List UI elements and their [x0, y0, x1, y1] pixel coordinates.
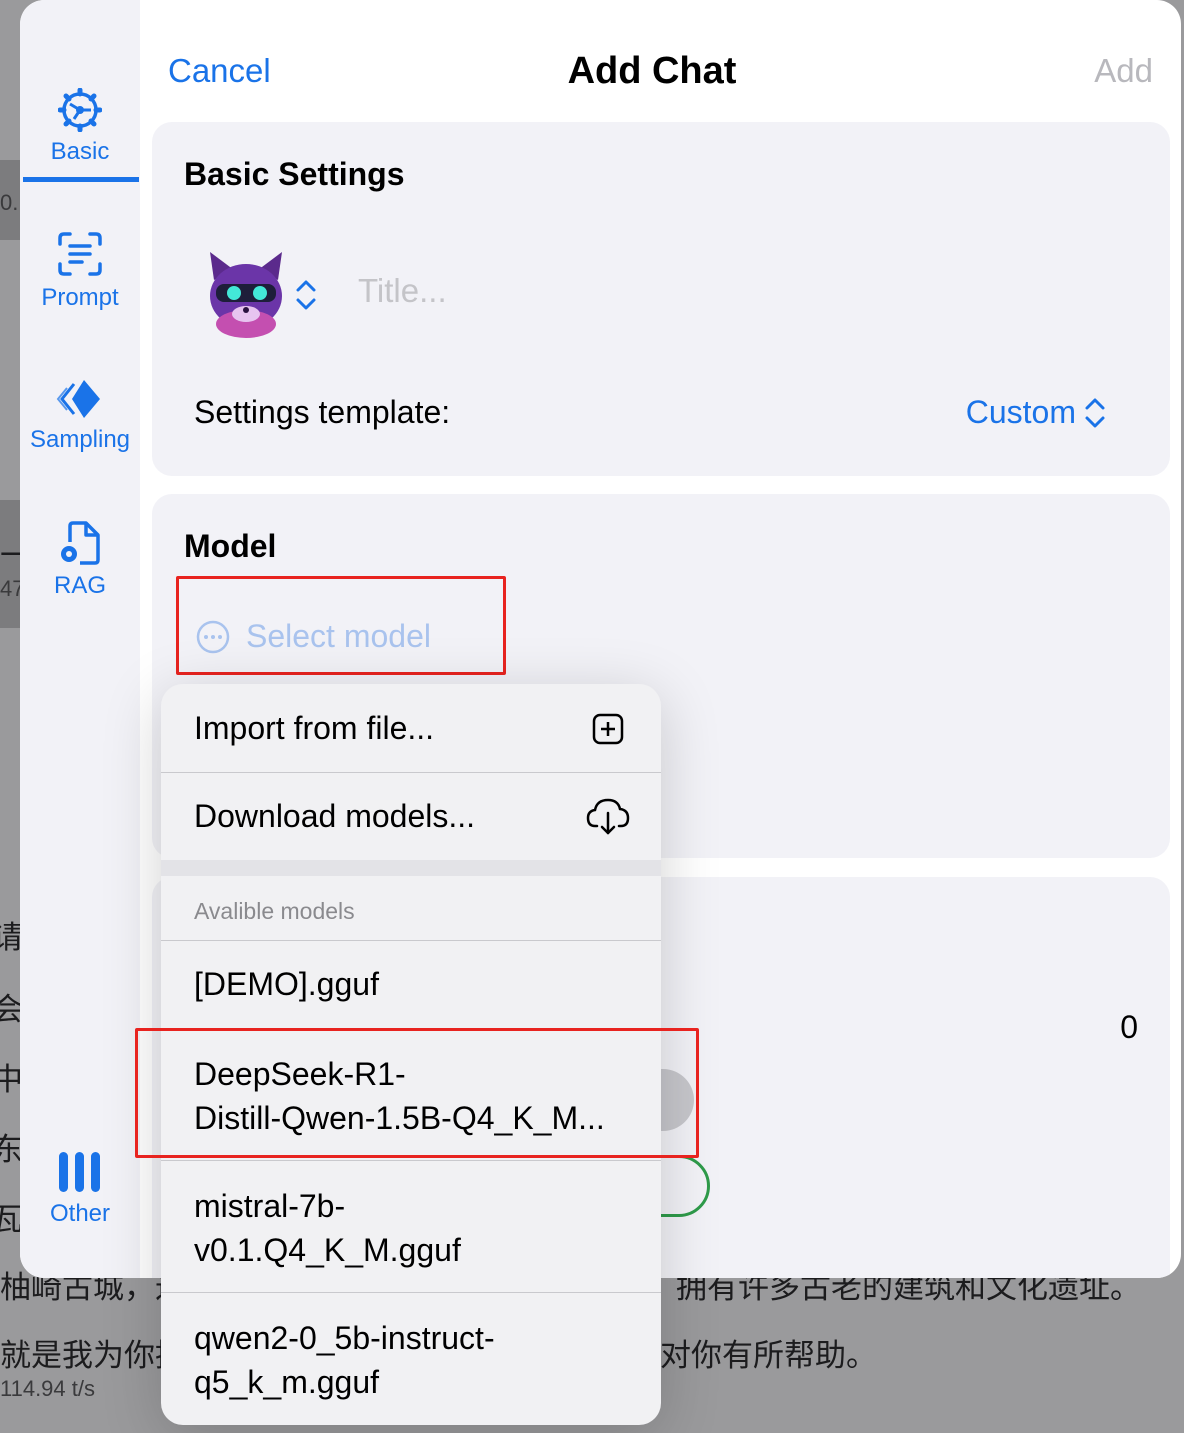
menu-separator: [161, 772, 661, 773]
import-from-file-label: Import from file...: [194, 710, 435, 746]
settings-template-value: Custom: [965, 394, 1076, 430]
settings-tab-rail: Basic Prompt Sampling RAG Other: [20, 0, 140, 1278]
add-button[interactable]: Add: [1094, 52, 1153, 90]
model-item-demo[interactable]: [DEMO].gguf: [161, 966, 661, 1003]
basic-settings-card: Basic Settings Settings template: Custom: [152, 122, 1170, 476]
bg-line: 就是我为你推: [0, 1338, 186, 1373]
download-models-label: Download models...: [194, 798, 476, 834]
tab-prompt[interactable]: Prompt: [20, 230, 140, 312]
tab-sampling-label: Sampling: [29, 426, 131, 453]
settings-template-label: Settings template:: [194, 394, 451, 430]
tab-rag[interactable]: RAG: [20, 520, 140, 600]
three-bars-icon: [59, 1152, 100, 1192]
tab-rag-label: RAG: [53, 572, 106, 599]
tab-sampling[interactable]: Sampling: [20, 378, 140, 454]
highlight-deepseek-model: [135, 1028, 699, 1158]
sheet-title: Add Chat: [567, 50, 737, 92]
bg-stat: 114.94 t/s: [0, 1376, 95, 1401]
model-name-line1: qwen2-0_5b-instruct-: [194, 1320, 495, 1356]
model-item-mistral[interactable]: mistral-7b- v0.1.Q4_K_M.gguf: [161, 1184, 661, 1272]
chevron-up-down-icon[interactable]: [294, 278, 318, 312]
menu-group-gap: [161, 860, 661, 876]
model-title: Model: [184, 528, 277, 564]
model-name-line1: mistral-7b-: [194, 1188, 346, 1224]
model-item-qwen2[interactable]: qwen2-0_5b-instruct- q5_k_m.gguf: [161, 1316, 661, 1404]
menu-separator: [161, 940, 661, 941]
cat-robot-avatar-icon[interactable]: [204, 250, 288, 340]
tab-other-label: Other: [49, 1200, 111, 1227]
plus-square-icon: [592, 713, 624, 745]
bg-stat: 0.: [0, 190, 19, 215]
document-gear-icon: [61, 521, 100, 565]
chevron-up-down-icon: [1085, 398, 1105, 427]
context-value: 0: [1120, 1009, 1138, 1045]
tab-prompt-label: Prompt: [41, 284, 119, 311]
import-from-file-item[interactable]: Import from file...: [161, 710, 661, 747]
download-models-item[interactable]: Download models...: [161, 798, 661, 835]
bg-line: 对你有所帮助。: [660, 1338, 877, 1373]
menu-separator: [161, 1160, 661, 1161]
available-models-header: Avalible models: [194, 898, 355, 924]
selected-tab-indicator: [23, 177, 139, 182]
model-name: [DEMO].gguf: [194, 966, 379, 1002]
settings-template-picker[interactable]: Custom: [966, 394, 1106, 431]
chat-title-input[interactable]: [358, 272, 858, 310]
model-name-line2: v0.1.Q4_K_M.gguf: [194, 1232, 461, 1268]
tab-other[interactable]: Other: [20, 1150, 140, 1228]
cloud-download-icon: [586, 798, 630, 835]
basic-settings-title: Basic Settings: [184, 156, 405, 192]
tab-basic[interactable]: Basic: [20, 88, 140, 166]
menu-separator: [161, 1292, 661, 1293]
tab-basic-label: Basic: [50, 138, 110, 165]
gear-icon: [58, 88, 102, 132]
document-scan-icon: [58, 232, 102, 276]
highlight-select-model: [176, 576, 506, 675]
model-name-line2: q5_k_m.gguf: [194, 1364, 380, 1400]
diamond-motion-icon: [56, 380, 100, 418]
